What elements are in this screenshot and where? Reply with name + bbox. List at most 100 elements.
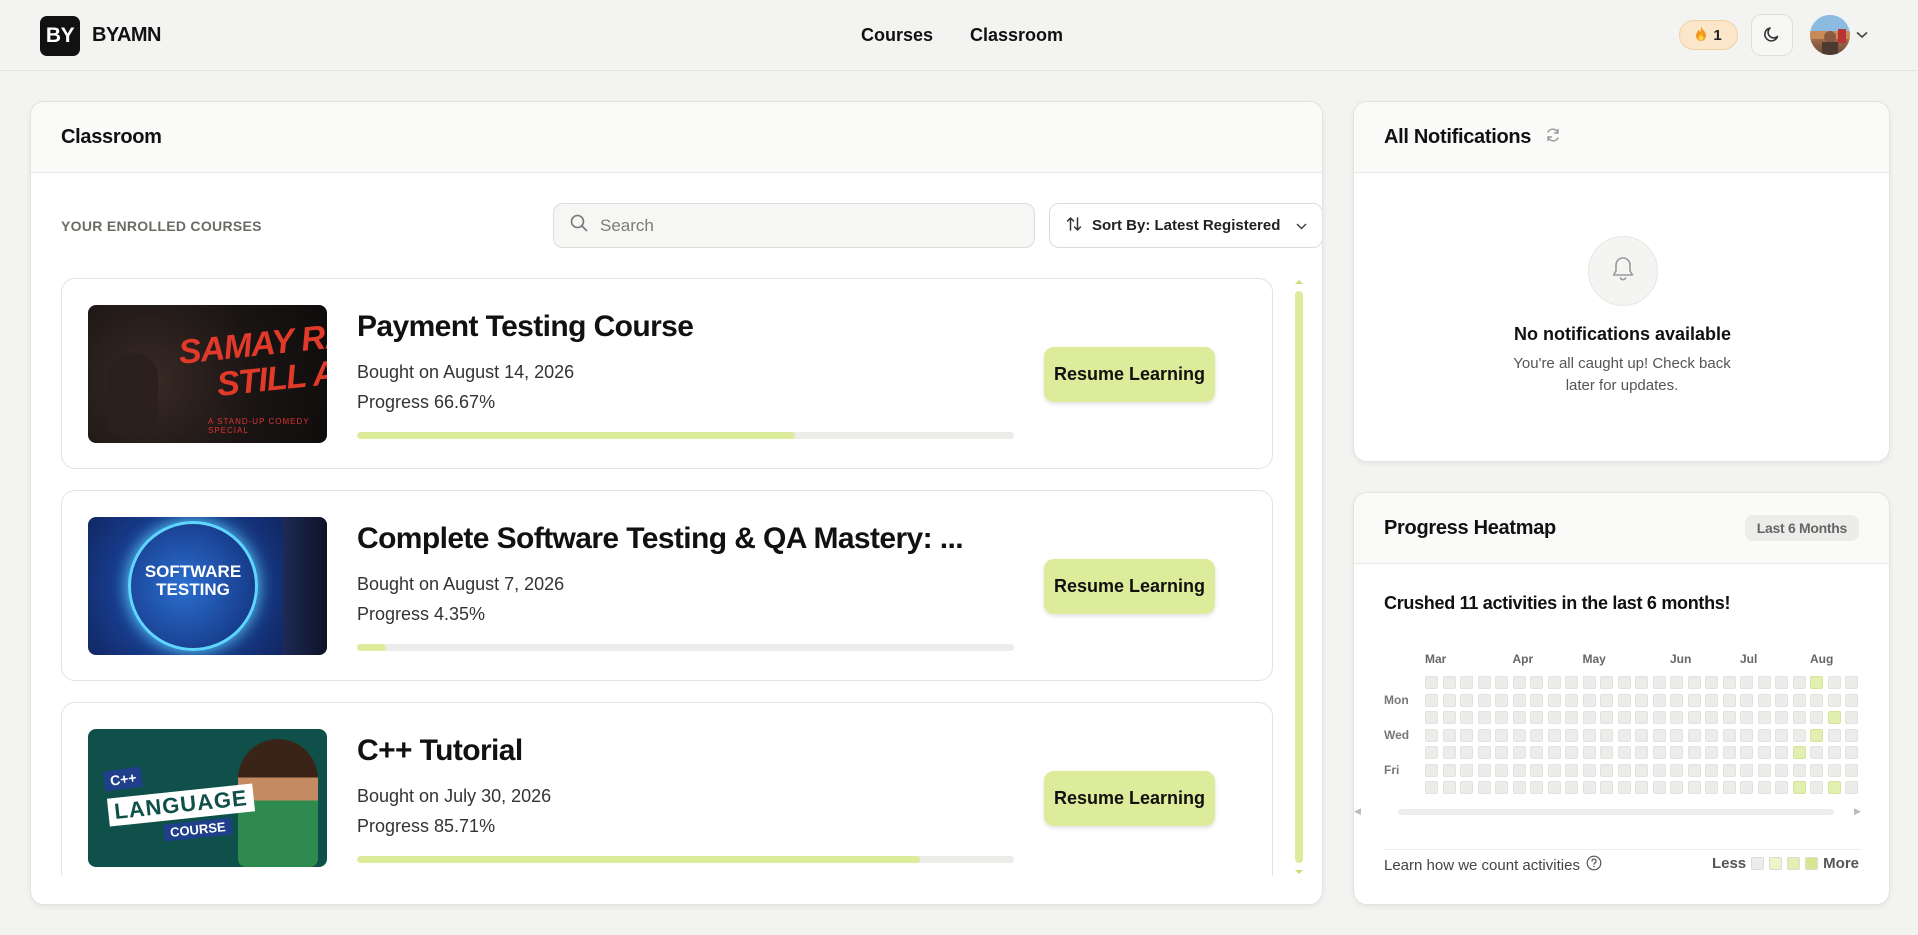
heatmap-cell[interactable] — [1582, 676, 1596, 689]
heatmap-cell[interactable] — [1827, 693, 1841, 707]
heatmap-cell[interactable] — [1565, 693, 1578, 707]
resume-learning-button[interactable]: Resume Learning — [1044, 559, 1215, 614]
heatmap-cell[interactable] — [1670, 711, 1683, 724]
heatmap-cell[interactable] — [1827, 781, 1841, 794]
heatmap-cell[interactable] — [1722, 693, 1736, 707]
nav-courses[interactable]: Courses — [861, 25, 933, 46]
heatmap-cell[interactable] — [1495, 746, 1508, 759]
heatmap-cell[interactable] — [1652, 746, 1666, 759]
heatmap-cell[interactable] — [1512, 728, 1526, 742]
heatmap-cell[interactable] — [1442, 763, 1456, 777]
heatmap-cell[interactable] — [1635, 693, 1648, 707]
course-card[interactable]: SOFTWARE TESTING Complete Software Testi… — [61, 490, 1273, 681]
heatmap-cell[interactable] — [1775, 763, 1788, 777]
heatmap-cell[interactable] — [1705, 693, 1718, 707]
heatmap-cell[interactable] — [1827, 711, 1841, 724]
heatmap-cell[interactable] — [1845, 711, 1858, 724]
heatmap-cell[interactable] — [1530, 676, 1543, 689]
heatmap-cell[interactable] — [1670, 693, 1683, 707]
heatmap-cell[interactable] — [1460, 711, 1473, 724]
user-avatar[interactable] — [1810, 15, 1850, 55]
heatmap-cell[interactable] — [1512, 711, 1526, 724]
heatmap-cell[interactable] — [1582, 746, 1596, 759]
heatmap-cell[interactable] — [1617, 693, 1631, 707]
heatmap-cell[interactable] — [1670, 676, 1683, 689]
heatmap-cell[interactable] — [1757, 711, 1771, 724]
help-icon[interactable] — [1586, 855, 1602, 875]
resume-learning-button[interactable]: Resume Learning — [1044, 347, 1215, 402]
streak-badge[interactable]: 1 — [1679, 20, 1738, 50]
heatmap-cell[interactable] — [1617, 676, 1631, 689]
heatmap-cell[interactable] — [1722, 676, 1736, 689]
course-card[interactable]: SAMAY RAINA STILL ALIVE A STAND-UP COMED… — [61, 278, 1273, 469]
heatmap-cell[interactable] — [1827, 746, 1841, 759]
heatmap-cell[interactable] — [1582, 781, 1596, 794]
heatmap-cell[interactable] — [1670, 746, 1683, 759]
heatmap-cell[interactable] — [1792, 728, 1806, 742]
heatmap-cell[interactable] — [1687, 676, 1701, 689]
heatmap-cell[interactable] — [1547, 711, 1561, 724]
heatmap-cell[interactable] — [1810, 676, 1823, 689]
heatmap-cell[interactable] — [1617, 781, 1631, 794]
heatmap-cell[interactable] — [1810, 711, 1823, 724]
heatmap-cell[interactable] — [1460, 728, 1473, 742]
heatmap-cell[interactable] — [1477, 763, 1491, 777]
heatmap-cell[interactable] — [1512, 693, 1526, 707]
heatmap-cell[interactable] — [1635, 676, 1648, 689]
heatmap-cell[interactable] — [1582, 711, 1596, 724]
heatmap-cell[interactable] — [1687, 763, 1701, 777]
heatmap-cell[interactable] — [1425, 781, 1438, 794]
heatmap-cell[interactable] — [1740, 763, 1753, 777]
heatmap-cell[interactable] — [1635, 763, 1648, 777]
theme-toggle-button[interactable] — [1751, 14, 1793, 56]
heatmap-cell[interactable] — [1425, 711, 1438, 724]
search-box[interactable] — [553, 203, 1035, 248]
heatmap-cell[interactable] — [1547, 746, 1561, 759]
heatmap-cell[interactable] — [1722, 711, 1736, 724]
heatmap-cell[interactable] — [1530, 746, 1543, 759]
heatmap-cell[interactable] — [1845, 763, 1858, 777]
heatmap-cell[interactable] — [1705, 781, 1718, 794]
heatmap-cell[interactable] — [1460, 746, 1473, 759]
heatmap-cell[interactable] — [1442, 781, 1456, 794]
heatmap-cell[interactable] — [1460, 781, 1473, 794]
heatmap-cell[interactable] — [1495, 693, 1508, 707]
heatmap-cell[interactable] — [1845, 746, 1858, 759]
heatmap-cell[interactable] — [1652, 728, 1666, 742]
heatmap-cell[interactable] — [1547, 781, 1561, 794]
heatmap-cell[interactable] — [1565, 746, 1578, 759]
heatmap-cell[interactable] — [1600, 763, 1613, 777]
heatmap-cell[interactable] — [1600, 728, 1613, 742]
heatmap-cell[interactable] — [1512, 781, 1526, 794]
heatmap-cell[interactable] — [1477, 728, 1491, 742]
heatmap-cell[interactable] — [1495, 781, 1508, 794]
heatmap-cell[interactable] — [1722, 763, 1736, 777]
course-list-scrollbar[interactable] — [1293, 278, 1305, 876]
scroll-left-icon[interactable]: ◀ — [1354, 806, 1361, 817]
heatmap-cell[interactable] — [1670, 728, 1683, 742]
heatmap-cell[interactable] — [1635, 781, 1648, 794]
scroll-up-icon[interactable] — [1293, 278, 1305, 286]
heatmap-cell[interactable] — [1722, 728, 1736, 742]
heatmap-cell[interactable] — [1757, 781, 1771, 794]
sort-dropdown[interactable]: Sort By: Latest Registered — [1049, 203, 1322, 248]
heatmap-cell[interactable] — [1495, 711, 1508, 724]
heatmap-cell[interactable] — [1530, 693, 1543, 707]
heatmap-cell[interactable] — [1565, 728, 1578, 742]
heatmap-cell[interactable] — [1530, 763, 1543, 777]
heatmap-cell[interactable] — [1495, 676, 1508, 689]
heatmap-cell[interactable] — [1845, 693, 1858, 707]
heatmap-cell[interactable] — [1635, 728, 1648, 742]
heatmap-cell[interactable] — [1477, 781, 1491, 794]
heatmap-cell[interactable] — [1670, 781, 1683, 794]
heatmap-cell[interactable] — [1740, 676, 1753, 689]
heatmap-cell[interactable] — [1425, 693, 1438, 707]
heatmap-cell[interactable] — [1425, 676, 1438, 689]
chevron-down-icon[interactable] — [1856, 26, 1868, 44]
heatmap-cell[interactable] — [1740, 781, 1753, 794]
heatmap-cell[interactable] — [1757, 728, 1771, 742]
heatmap-cell[interactable] — [1827, 728, 1841, 742]
heatmap-cell[interactable] — [1442, 711, 1456, 724]
heatmap-cell[interactable] — [1687, 728, 1701, 742]
heatmap-cell[interactable] — [1600, 781, 1613, 794]
